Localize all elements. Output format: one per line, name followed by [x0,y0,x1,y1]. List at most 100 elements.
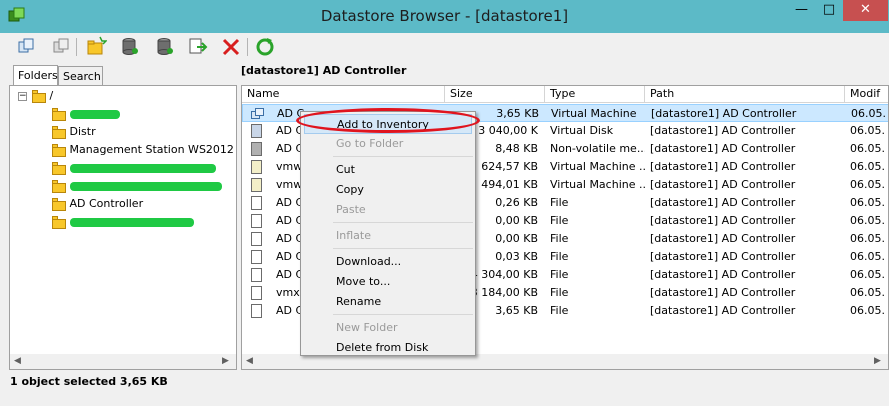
folder-icon [52,125,66,139]
datastore-alt-icon[interactable] [154,36,176,58]
file-icon [251,304,262,318]
menu-separator [333,248,473,249]
cell-type: File [550,250,569,263]
cell-path: [datastore1] AD Controller [650,160,796,173]
scroll-right-icon[interactable]: ▶ [874,356,881,366]
cell-path: [datastore1] AD Controller [650,232,796,245]
cell-mod: 06.05. [850,286,885,299]
cell-path: [datastore1] AD Controller [650,214,796,227]
redaction-mark [69,163,216,173]
tree-item-label: AD Controller [69,197,144,210]
scroll-right-icon[interactable]: ▶ [222,356,229,366]
cell-path: [datastore1] AD Controller [650,304,796,317]
tab-search[interactable]: Search [58,66,103,86]
annotation-ring [296,108,480,133]
cell-type: File [550,286,569,299]
tree-item[interactable] [52,105,120,123]
cell-path: [datastore1] AD Controller [650,196,796,209]
folder-icon [52,107,66,121]
folder-open-icon [52,197,66,211]
menu-item-rename[interactable]: Rename [304,292,472,312]
menu-item-copy[interactable]: Copy [304,180,472,200]
cell-type: File [550,196,569,209]
scroll-left-icon[interactable]: ◀ [246,356,253,366]
maximize-button[interactable]: □ [816,0,842,21]
tree-item-label: Distr [69,125,96,138]
tree-item[interactable] [52,177,222,195]
file-icon [251,232,262,246]
nvram-icon [251,142,262,156]
move-icon[interactable] [187,36,209,58]
column-header-modified[interactable]: Modif [845,86,888,103]
scroll-left-icon[interactable]: ◀ [14,356,21,366]
context-menu: Add to Inventory Go to Folder Cut Copy Paste… [300,111,476,356]
cell-mod: 06.05. [850,250,885,263]
tree-item-ad-controller[interactable]: AD Controller [52,195,143,213]
refresh-icon[interactable] [254,36,276,58]
datastore-icon[interactable] [119,36,141,58]
column-header-type[interactable]: Type [545,86,645,103]
redaction-mark [69,217,194,227]
cell-path: [datastore1] AD Controller [650,178,796,191]
folder-open-icon [32,89,46,103]
folder-icon [52,161,66,175]
column-header-path[interactable]: Path [645,86,845,103]
cell-mod: 06.05. [850,268,885,281]
menu-item-move-to[interactable]: Move to... [304,272,472,292]
cell-type: Virtual Machine [551,107,637,120]
folder-icon [52,215,66,229]
new-folder-icon[interactable] [85,36,107,58]
minimize-button[interactable]: — [788,0,815,21]
cell-mod: 06.05. [850,160,885,173]
status-bar: 1 object selected 3,65 KB [10,375,168,388]
redaction-mark [69,181,222,191]
menu-separator [333,314,473,315]
tree-item-distr[interactable]: Distr [52,123,96,141]
tree-root-label: / [49,89,54,102]
tree-item-label: Management Station WS2012 [69,143,234,156]
close-button[interactable]: ✕ [843,0,888,21]
window-title: Datastore Browser - [datastore1] [320,7,569,25]
tree-item-management-station[interactable]: Management Station WS2012 [52,141,234,159]
tree-horizontal-scrollbar[interactable]: ◀ ▶ [10,354,236,369]
file-icon [251,250,262,264]
cell-path: [datastore1] AD Controller [650,124,796,137]
file-icon [251,214,262,228]
file-icon [251,286,262,300]
tree-item[interactable] [52,159,216,177]
cell-mod: 06.05. [850,142,885,155]
file-icon [251,268,262,282]
cell-path: [datastore1] AD Controller [650,286,796,299]
column-header-size[interactable]: Size [445,86,545,103]
tree-root[interactable]: / [32,87,53,105]
cell-path: [datastore1] AD Controller [650,142,796,155]
folder-icon [52,143,66,157]
download-icon[interactable] [50,36,72,58]
menu-item-download[interactable]: Download... [304,252,472,272]
folder-icon [52,179,66,193]
column-header-name[interactable]: Name [242,86,445,103]
cell-mod: 06.05. [850,124,885,137]
menu-separator [333,156,473,157]
toolbar [0,33,889,61]
menu-separator [333,222,473,223]
cell-type: Virtual Machine ... [550,178,645,191]
delete-icon[interactable] [220,36,242,58]
menu-item-delete-from-disk[interactable]: Delete from Disk [304,338,472,358]
toolbar-separator [247,38,248,56]
upload-icon[interactable] [15,36,37,58]
tab-folders[interactable]: Folders [13,65,58,86]
menu-item-go-to-folder: Go to Folder [336,137,404,150]
cell-path: [datastore1] AD Controller [650,250,796,263]
menu-item-cut[interactable]: Cut [304,160,472,180]
title-bar: Datastore Browser - [datastore1] — □ ✕ [0,0,889,33]
tree-item[interactable] [52,213,194,231]
cell-type: Virtual Disk [550,124,614,137]
cell-path: [datastore1] AD Controller [650,268,796,281]
collapse-icon[interactable]: − [18,92,27,101]
redaction-mark [69,109,120,119]
folder-tree[interactable]: − / Distr Management Station WS2012 AD C… [9,85,237,370]
file-icon [251,196,262,210]
cell-type: Virtual Machine ... [550,160,645,173]
menu-item-new-folder: New Folder [336,321,398,334]
